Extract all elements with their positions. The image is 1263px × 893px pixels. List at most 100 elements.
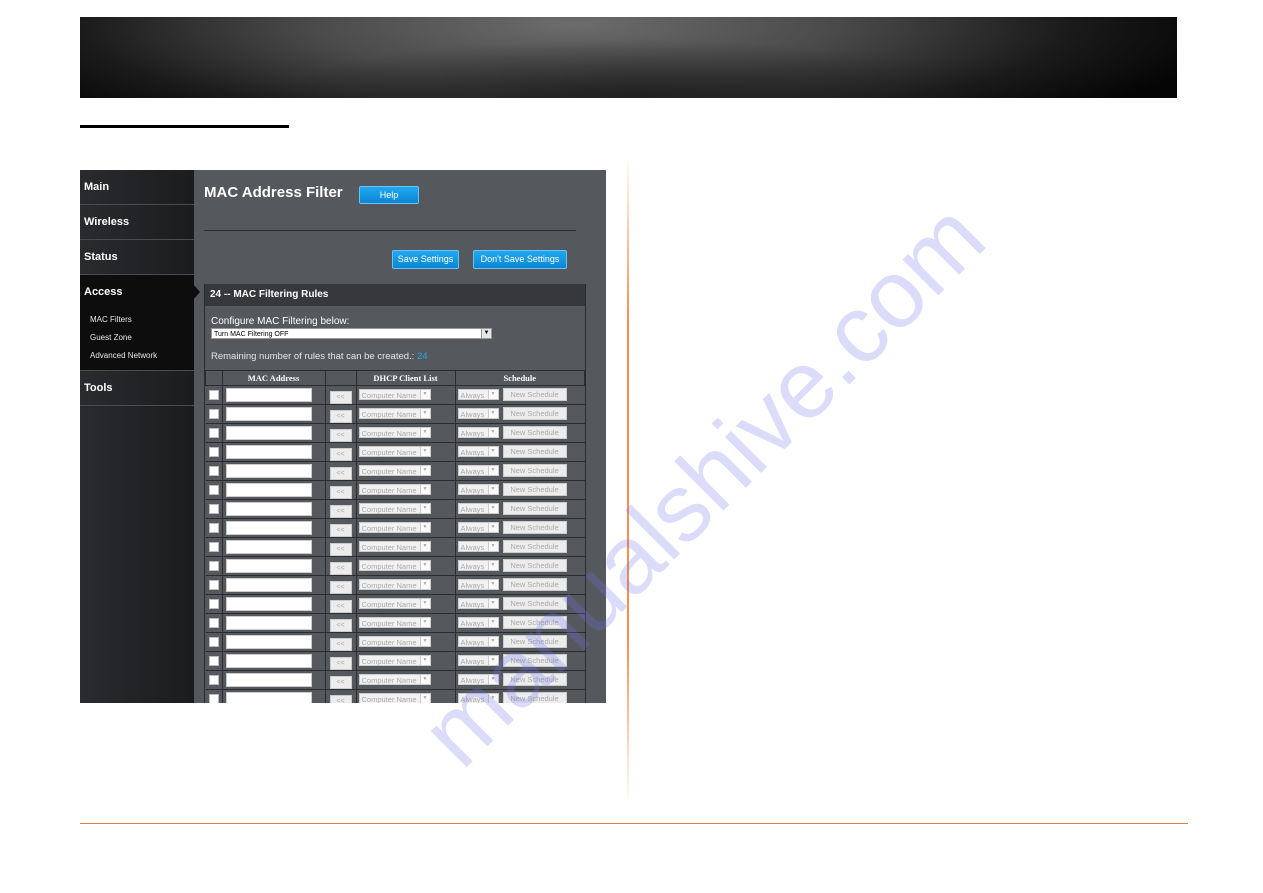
schedule-select[interactable]: Always ▼ (457, 408, 499, 420)
new-schedule-button[interactable]: New Schedule (502, 540, 567, 554)
new-schedule-button[interactable]: New Schedule (502, 578, 567, 592)
sidebar-subitem-guest-zone[interactable]: Guest Zone (90, 329, 194, 347)
schedule-select[interactable]: Always ▼ (457, 617, 499, 629)
rule-enable-checkbox[interactable] (208, 389, 219, 400)
schedule-select[interactable]: Always ▼ (457, 522, 499, 534)
mac-address-input[interactable] (225, 464, 312, 478)
copy-mac-button[interactable]: << (329, 486, 352, 499)
dhcp-client-select[interactable]: Computer Name ▼ (358, 617, 431, 629)
mac-filtering-mode-select[interactable]: Turn MAC Filtering OFF ▼ (211, 328, 492, 339)
dhcp-client-select[interactable]: Computer Name ▼ (358, 503, 431, 515)
schedule-select[interactable]: Always ▼ (457, 503, 499, 515)
copy-mac-button[interactable]: << (329, 695, 352, 703)
dhcp-client-select[interactable]: Computer Name ▼ (358, 693, 431, 703)
dhcp-client-select[interactable]: Computer Name ▼ (358, 484, 431, 496)
mac-address-input[interactable] (225, 635, 312, 649)
schedule-select[interactable]: Always ▼ (457, 674, 499, 686)
dhcp-client-select[interactable]: Computer Name ▼ (358, 579, 431, 591)
new-schedule-button[interactable]: New Schedule (502, 654, 567, 668)
save-settings-button[interactable]: Save Settings (392, 250, 459, 269)
sidebar-item-main[interactable]: Main (80, 170, 194, 205)
copy-mac-button[interactable]: << (329, 600, 352, 613)
rule-enable-checkbox[interactable] (208, 522, 219, 533)
new-schedule-button[interactable]: New Schedule (502, 692, 567, 703)
sidebar-item-access[interactable]: Access (80, 275, 200, 309)
dont-save-settings-button[interactable]: Don't Save Settings (473, 250, 567, 269)
schedule-select[interactable]: Always ▼ (457, 579, 499, 591)
mac-address-input[interactable] (225, 388, 312, 402)
rule-enable-checkbox[interactable] (208, 408, 219, 419)
new-schedule-button[interactable]: New Schedule (502, 445, 567, 459)
new-schedule-button[interactable]: New Schedule (502, 559, 567, 573)
rule-enable-checkbox[interactable] (208, 503, 219, 514)
schedule-select[interactable]: Always ▼ (457, 636, 499, 648)
mac-address-input[interactable] (225, 502, 312, 516)
rule-enable-checkbox[interactable] (208, 598, 219, 609)
mac-address-input[interactable] (225, 597, 312, 611)
rule-enable-checkbox[interactable] (208, 674, 219, 685)
mac-address-input[interactable] (225, 578, 312, 592)
sidebar-subitem-mac-filters[interactable]: MAC Filters (90, 311, 194, 329)
new-schedule-button[interactable]: New Schedule (502, 521, 567, 535)
rule-enable-checkbox[interactable] (208, 579, 219, 590)
dhcp-client-select[interactable]: Computer Name ▼ (358, 389, 431, 401)
mac-address-input[interactable] (225, 483, 312, 497)
new-schedule-button[interactable]: New Schedule (502, 635, 567, 649)
rule-enable-checkbox[interactable] (208, 655, 219, 666)
rule-enable-checkbox[interactable] (208, 560, 219, 571)
copy-mac-button[interactable]: << (329, 581, 352, 594)
dhcp-client-select[interactable]: Computer Name ▼ (358, 446, 431, 458)
sidebar-item-status[interactable]: Status (80, 240, 194, 275)
copy-mac-button[interactable]: << (329, 562, 352, 575)
sidebar-item-tools[interactable]: Tools (80, 371, 194, 406)
copy-mac-button[interactable]: << (329, 543, 352, 556)
rule-enable-checkbox[interactable] (208, 693, 219, 703)
rule-enable-checkbox[interactable] (208, 541, 219, 552)
rule-enable-checkbox[interactable] (208, 484, 219, 495)
schedule-select[interactable]: Always ▼ (457, 446, 499, 458)
schedule-select[interactable]: Always ▼ (457, 693, 499, 703)
new-schedule-button[interactable]: New Schedule (502, 502, 567, 516)
mac-address-input[interactable] (225, 407, 312, 421)
schedule-select[interactable]: Always ▼ (457, 389, 499, 401)
new-schedule-button[interactable]: New Schedule (502, 673, 567, 687)
copy-mac-button[interactable]: << (329, 505, 352, 518)
new-schedule-button[interactable]: New Schedule (502, 407, 567, 421)
copy-mac-button[interactable]: << (329, 524, 352, 537)
dhcp-client-select[interactable]: Computer Name ▼ (358, 598, 431, 610)
dhcp-client-select[interactable]: Computer Name ▼ (358, 560, 431, 572)
mac-address-input[interactable] (225, 673, 312, 687)
new-schedule-button[interactable]: New Schedule (502, 483, 567, 497)
mac-address-input[interactable] (225, 654, 312, 668)
mac-address-input[interactable] (225, 559, 312, 573)
schedule-select[interactable]: Always ▼ (457, 427, 499, 439)
rule-enable-checkbox[interactable] (208, 427, 219, 438)
rule-enable-checkbox[interactable] (208, 636, 219, 647)
copy-mac-button[interactable]: << (329, 619, 352, 632)
copy-mac-button[interactable]: << (329, 410, 352, 423)
copy-mac-button[interactable]: << (329, 448, 352, 461)
dhcp-client-select[interactable]: Computer Name ▼ (358, 636, 431, 648)
copy-mac-button[interactable]: << (329, 467, 352, 480)
mac-address-input[interactable] (225, 692, 312, 703)
new-schedule-button[interactable]: New Schedule (502, 464, 567, 478)
dhcp-client-select[interactable]: Computer Name ▼ (358, 674, 431, 686)
copy-mac-button[interactable]: << (329, 638, 352, 651)
rule-enable-checkbox[interactable] (208, 446, 219, 457)
mac-address-input[interactable] (225, 445, 312, 459)
copy-mac-button[interactable]: << (329, 676, 352, 689)
schedule-select[interactable]: Always ▼ (457, 465, 499, 477)
new-schedule-button[interactable]: New Schedule (502, 426, 567, 440)
mac-address-input[interactable] (225, 521, 312, 535)
dhcp-client-select[interactable]: Computer Name ▼ (358, 541, 431, 553)
schedule-select[interactable]: Always ▼ (457, 655, 499, 667)
sidebar-subitem-advanced-network[interactable]: Advanced Network (90, 347, 194, 365)
dhcp-client-select[interactable]: Computer Name ▼ (358, 408, 431, 420)
new-schedule-button[interactable]: New Schedule (502, 597, 567, 611)
dhcp-client-select[interactable]: Computer Name ▼ (358, 427, 431, 439)
dhcp-client-select[interactable]: Computer Name ▼ (358, 522, 431, 534)
new-schedule-button[interactable]: New Schedule (502, 616, 567, 630)
rule-enable-checkbox[interactable] (208, 465, 219, 476)
schedule-select[interactable]: Always ▼ (457, 484, 499, 496)
help-button[interactable]: Help (359, 186, 419, 204)
